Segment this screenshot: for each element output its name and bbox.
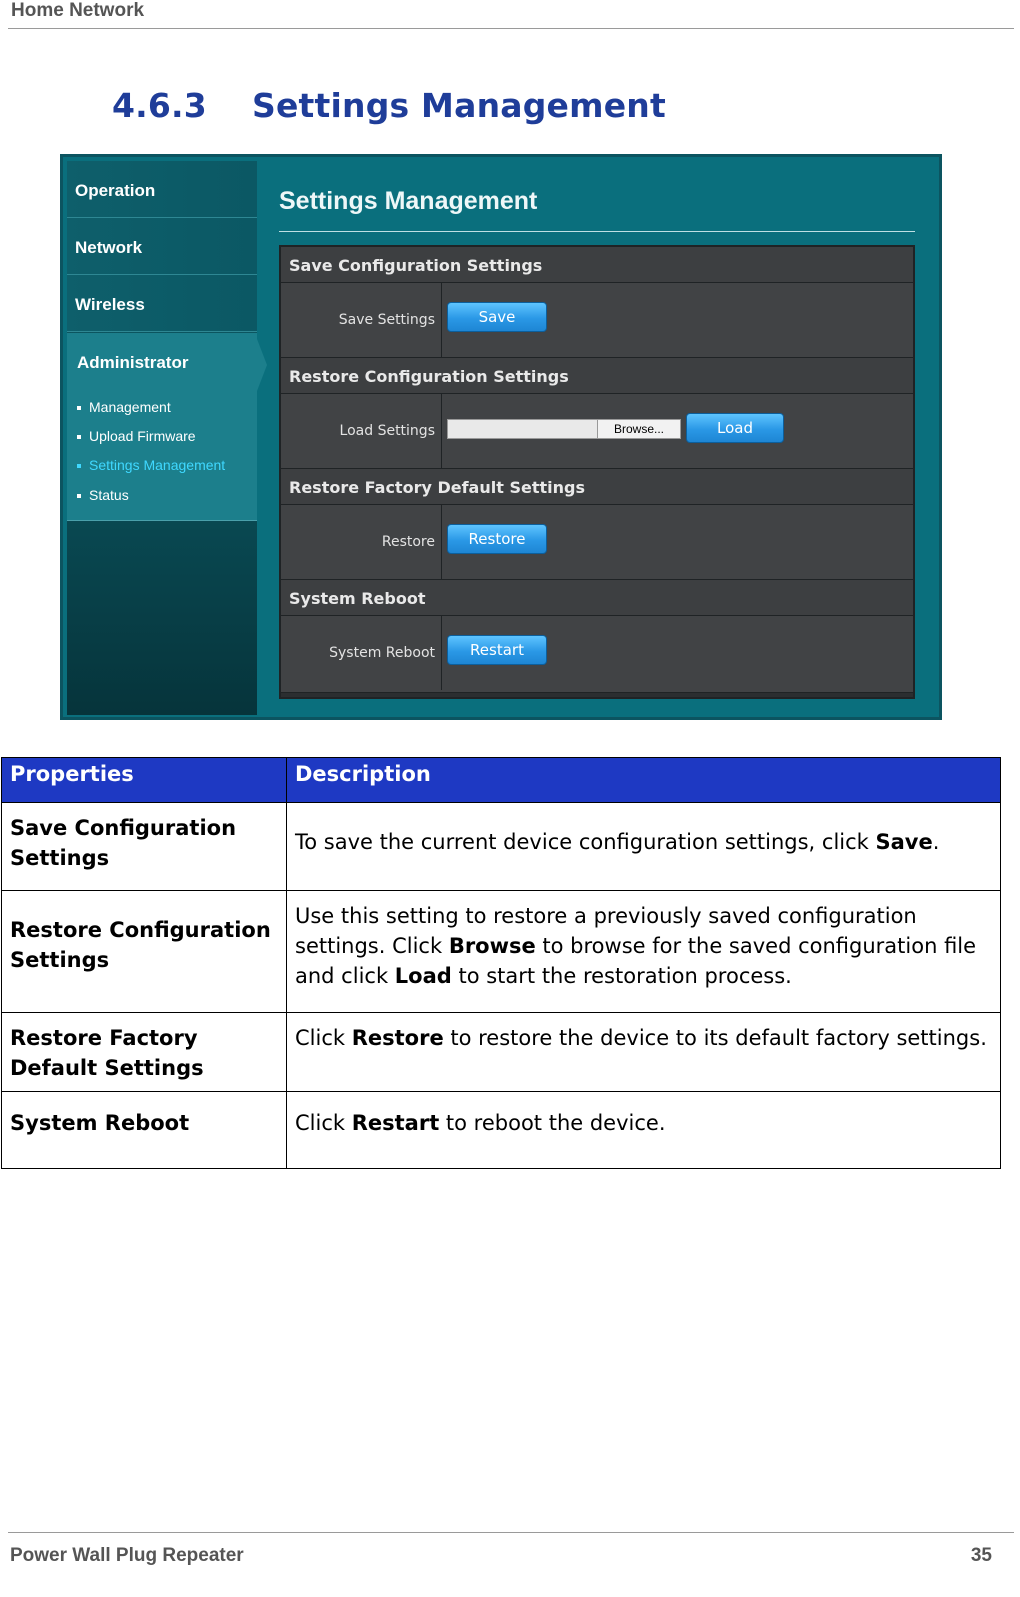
nav-label: Wireless (75, 295, 145, 314)
bullet-icon (77, 406, 81, 411)
description-cell: Click Restore to restore the device to i… (286, 1012, 1001, 1092)
desc-keyword: Load (394, 964, 452, 988)
section-header-system-reboot: System Reboot (281, 580, 913, 616)
desc-text: To save the current device configuration… (295, 830, 876, 854)
page-header: Home Network (8, 0, 1014, 29)
subnav-settings-management[interactable]: Settings Management (77, 457, 225, 473)
row-label-cell: Restore (281, 505, 442, 579)
settings-table: Save Configuration Settings Save Setting… (279, 245, 915, 699)
table-row: System Reboot Click Restart to reboot th… (1, 1091, 1001, 1169)
nav-label: Administrator (77, 353, 189, 372)
description-cell: Click Restart to reboot the device. (286, 1091, 1001, 1169)
nav-label: Operation (75, 181, 156, 200)
row-load-settings: Load Settings Browse... Load (281, 394, 913, 469)
desc-text: to restore the device to its default fac… (443, 1026, 987, 1050)
row-label: Save Settings (338, 312, 435, 328)
property-cell: Restore Factory Default Settings (1, 1012, 287, 1092)
divider (279, 231, 915, 232)
table-row: Restore Factory Default Settings Click R… (1, 1012, 1001, 1092)
row-label-cell: Load Settings (281, 394, 442, 468)
section-title: Settings Management (252, 86, 666, 125)
row-label: Restore (381, 534, 435, 550)
footer-product: Power Wall Plug Repeater (10, 1545, 244, 1566)
nav-administrator[interactable]: Administrator Management Upload Firmware… (67, 333, 267, 521)
property-cell: Save Configuration Settings (1, 802, 287, 891)
desc-keyword: Restore (351, 1026, 444, 1050)
row-label: Load Settings (339, 423, 435, 439)
row-save-settings: Save Settings Save (281, 283, 913, 358)
section-header-label: Restore Factory Default Settings (289, 478, 585, 497)
nav-wireless[interactable]: Wireless (67, 275, 257, 332)
description-cell: To save the current device configuration… (286, 802, 1001, 891)
row-label-cell: System Reboot (281, 616, 442, 690)
column-header-description: Description (286, 757, 1001, 803)
description-cell: Use this setting to restore a previously… (286, 890, 1001, 1013)
save-button[interactable]: Save (447, 302, 547, 332)
subnav-label: Status (89, 487, 129, 503)
desc-text: to reboot the device. (439, 1111, 666, 1135)
page-footer: Power Wall Plug Repeater 35 (8, 1532, 1014, 1573)
row-restore: Restore Restore (281, 505, 913, 580)
settings-management-screenshot: Operation Network Wireless Administrator… (60, 154, 942, 720)
desc-text: . (932, 830, 940, 854)
nav-operation[interactable]: Operation (67, 161, 257, 218)
nav-network[interactable]: Network (67, 218, 257, 275)
row-label-cell: Save Settings (281, 283, 442, 357)
section-heading: 4.6.3 Settings Management (112, 86, 666, 125)
property-cell: System Reboot (1, 1091, 287, 1169)
subnav-management[interactable]: Management (77, 399, 171, 415)
active-arrow (257, 339, 267, 391)
property-cell: Restore Configuration Settings (1, 890, 287, 1013)
properties-table: Properties Description Save Configuratio… (1, 757, 1001, 1169)
section-header-label: Restore Configuration Settings (289, 367, 569, 386)
desc-text: Click (295, 1026, 352, 1050)
header-title: Home Network (11, 0, 145, 21)
bullet-icon (77, 464, 81, 469)
section-header-label: Save Configuration Settings (289, 256, 543, 275)
load-button[interactable]: Load (686, 413, 784, 443)
bullet-icon (77, 435, 81, 440)
desc-text: to start the restoration process. (451, 964, 792, 988)
subnav-label: Upload Firmware (89, 428, 196, 444)
section-header-factory-default: Restore Factory Default Settings (281, 469, 913, 505)
section-header-save: Save Configuration Settings (281, 247, 913, 283)
restore-button[interactable]: Restore (447, 524, 547, 554)
section-header-label: System Reboot (289, 589, 426, 608)
browse-button[interactable]: Browse... (597, 420, 680, 438)
row-label: System Reboot (329, 645, 435, 661)
row-system-reboot: System Reboot Restart (281, 616, 913, 693)
table-header-row: Properties Description (1, 757, 1001, 803)
desc-keyword: Restart (351, 1111, 440, 1135)
content-panel: Settings Management Save Configuration S… (279, 157, 915, 717)
subnav-label: Settings Management (89, 457, 226, 473)
sidebar: Operation Network Wireless Administrator… (67, 161, 267, 715)
table-row: Restore Configuration Settings Use this … (1, 890, 1001, 1013)
subnav-status[interactable]: Status (77, 487, 129, 503)
section-number: 4.6.3 (112, 86, 207, 125)
bullet-icon (77, 494, 81, 499)
file-input[interactable]: Browse... (447, 419, 681, 439)
table-row: Save Configuration Settings To save the … (1, 802, 1001, 891)
desc-text: Click (295, 1111, 352, 1135)
subnav-upload-firmware[interactable]: Upload Firmware (77, 428, 196, 444)
restart-button[interactable]: Restart (447, 635, 547, 665)
subnav-label: Management (89, 399, 171, 415)
column-header-properties: Properties (1, 757, 287, 803)
section-header-restore-config: Restore Configuration Settings (281, 358, 913, 394)
desc-keyword: Save (875, 830, 933, 854)
page-number: 35 (970, 1545, 992, 1566)
content-title: Settings Management (279, 187, 538, 215)
nav-label: Network (75, 238, 143, 257)
desc-keyword: Browse (448, 934, 536, 958)
